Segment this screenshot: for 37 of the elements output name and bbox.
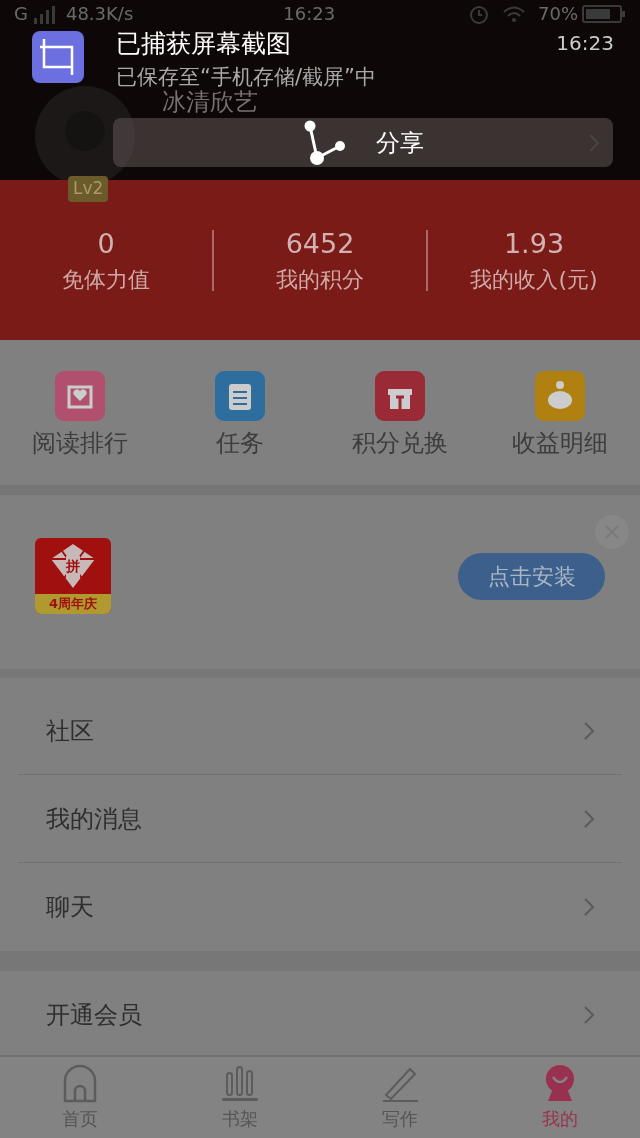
shortcut-item[interactable]: 收益明细	[480, 370, 640, 455]
chevron-icon	[582, 808, 596, 829]
chevron-icon	[582, 720, 596, 741]
alarm-icon	[468, 3, 490, 25]
menu-item[interactable]: 聊天	[18, 863, 622, 951]
stat-label: 我的收入(元)	[470, 268, 598, 291]
wifi-icon	[502, 4, 526, 24]
notification-title: 已捕获屏幕截图	[116, 29, 291, 59]
chevron-icon	[582, 1005, 596, 1025]
battery-level: 70%	[538, 3, 578, 25]
logo-mark: 拼	[66, 555, 80, 577]
menu-item[interactable]: 社区	[18, 687, 622, 775]
network-speed: 48.3K/s	[65, 3, 134, 25]
shortcut-item[interactable]: 积分兑换	[320, 370, 480, 455]
shelf-icon	[220, 1063, 260, 1103]
share-icon	[302, 119, 346, 166]
stat-label: 我的积分	[276, 268, 364, 291]
network-type: G	[14, 3, 28, 25]
shortcut-item[interactable]: 任务	[160, 370, 320, 455]
anniversary-badge: 4周年庆	[35, 594, 111, 614]
shortcut-item[interactable]: 阅读排行	[0, 370, 160, 455]
stat-value: 0	[97, 229, 115, 257]
install-button[interactable]: 点击安装	[458, 553, 605, 600]
battery-icon	[582, 4, 626, 24]
menu-item[interactable]: 我的消息	[18, 775, 622, 863]
stat-value: 6452	[285, 229, 355, 257]
username: 冰清欣艺	[162, 88, 258, 116]
screenshot-app-icon	[32, 31, 84, 83]
stat-value: 1.93	[503, 229, 565, 257]
clock: 16:23	[283, 3, 336, 25]
level-badge: Lv2	[68, 176, 109, 202]
chevron-icon	[582, 897, 596, 917]
stat-label: 免体力值	[62, 268, 150, 291]
menu-item[interactable]: 开通会员	[18, 971, 622, 1059]
notification-message: 已保存至“手机存储/截屏”中	[116, 64, 376, 90]
tab[interactable]: 我的	[480, 1057, 640, 1138]
share-button[interactable]: 分享	[113, 118, 613, 167]
